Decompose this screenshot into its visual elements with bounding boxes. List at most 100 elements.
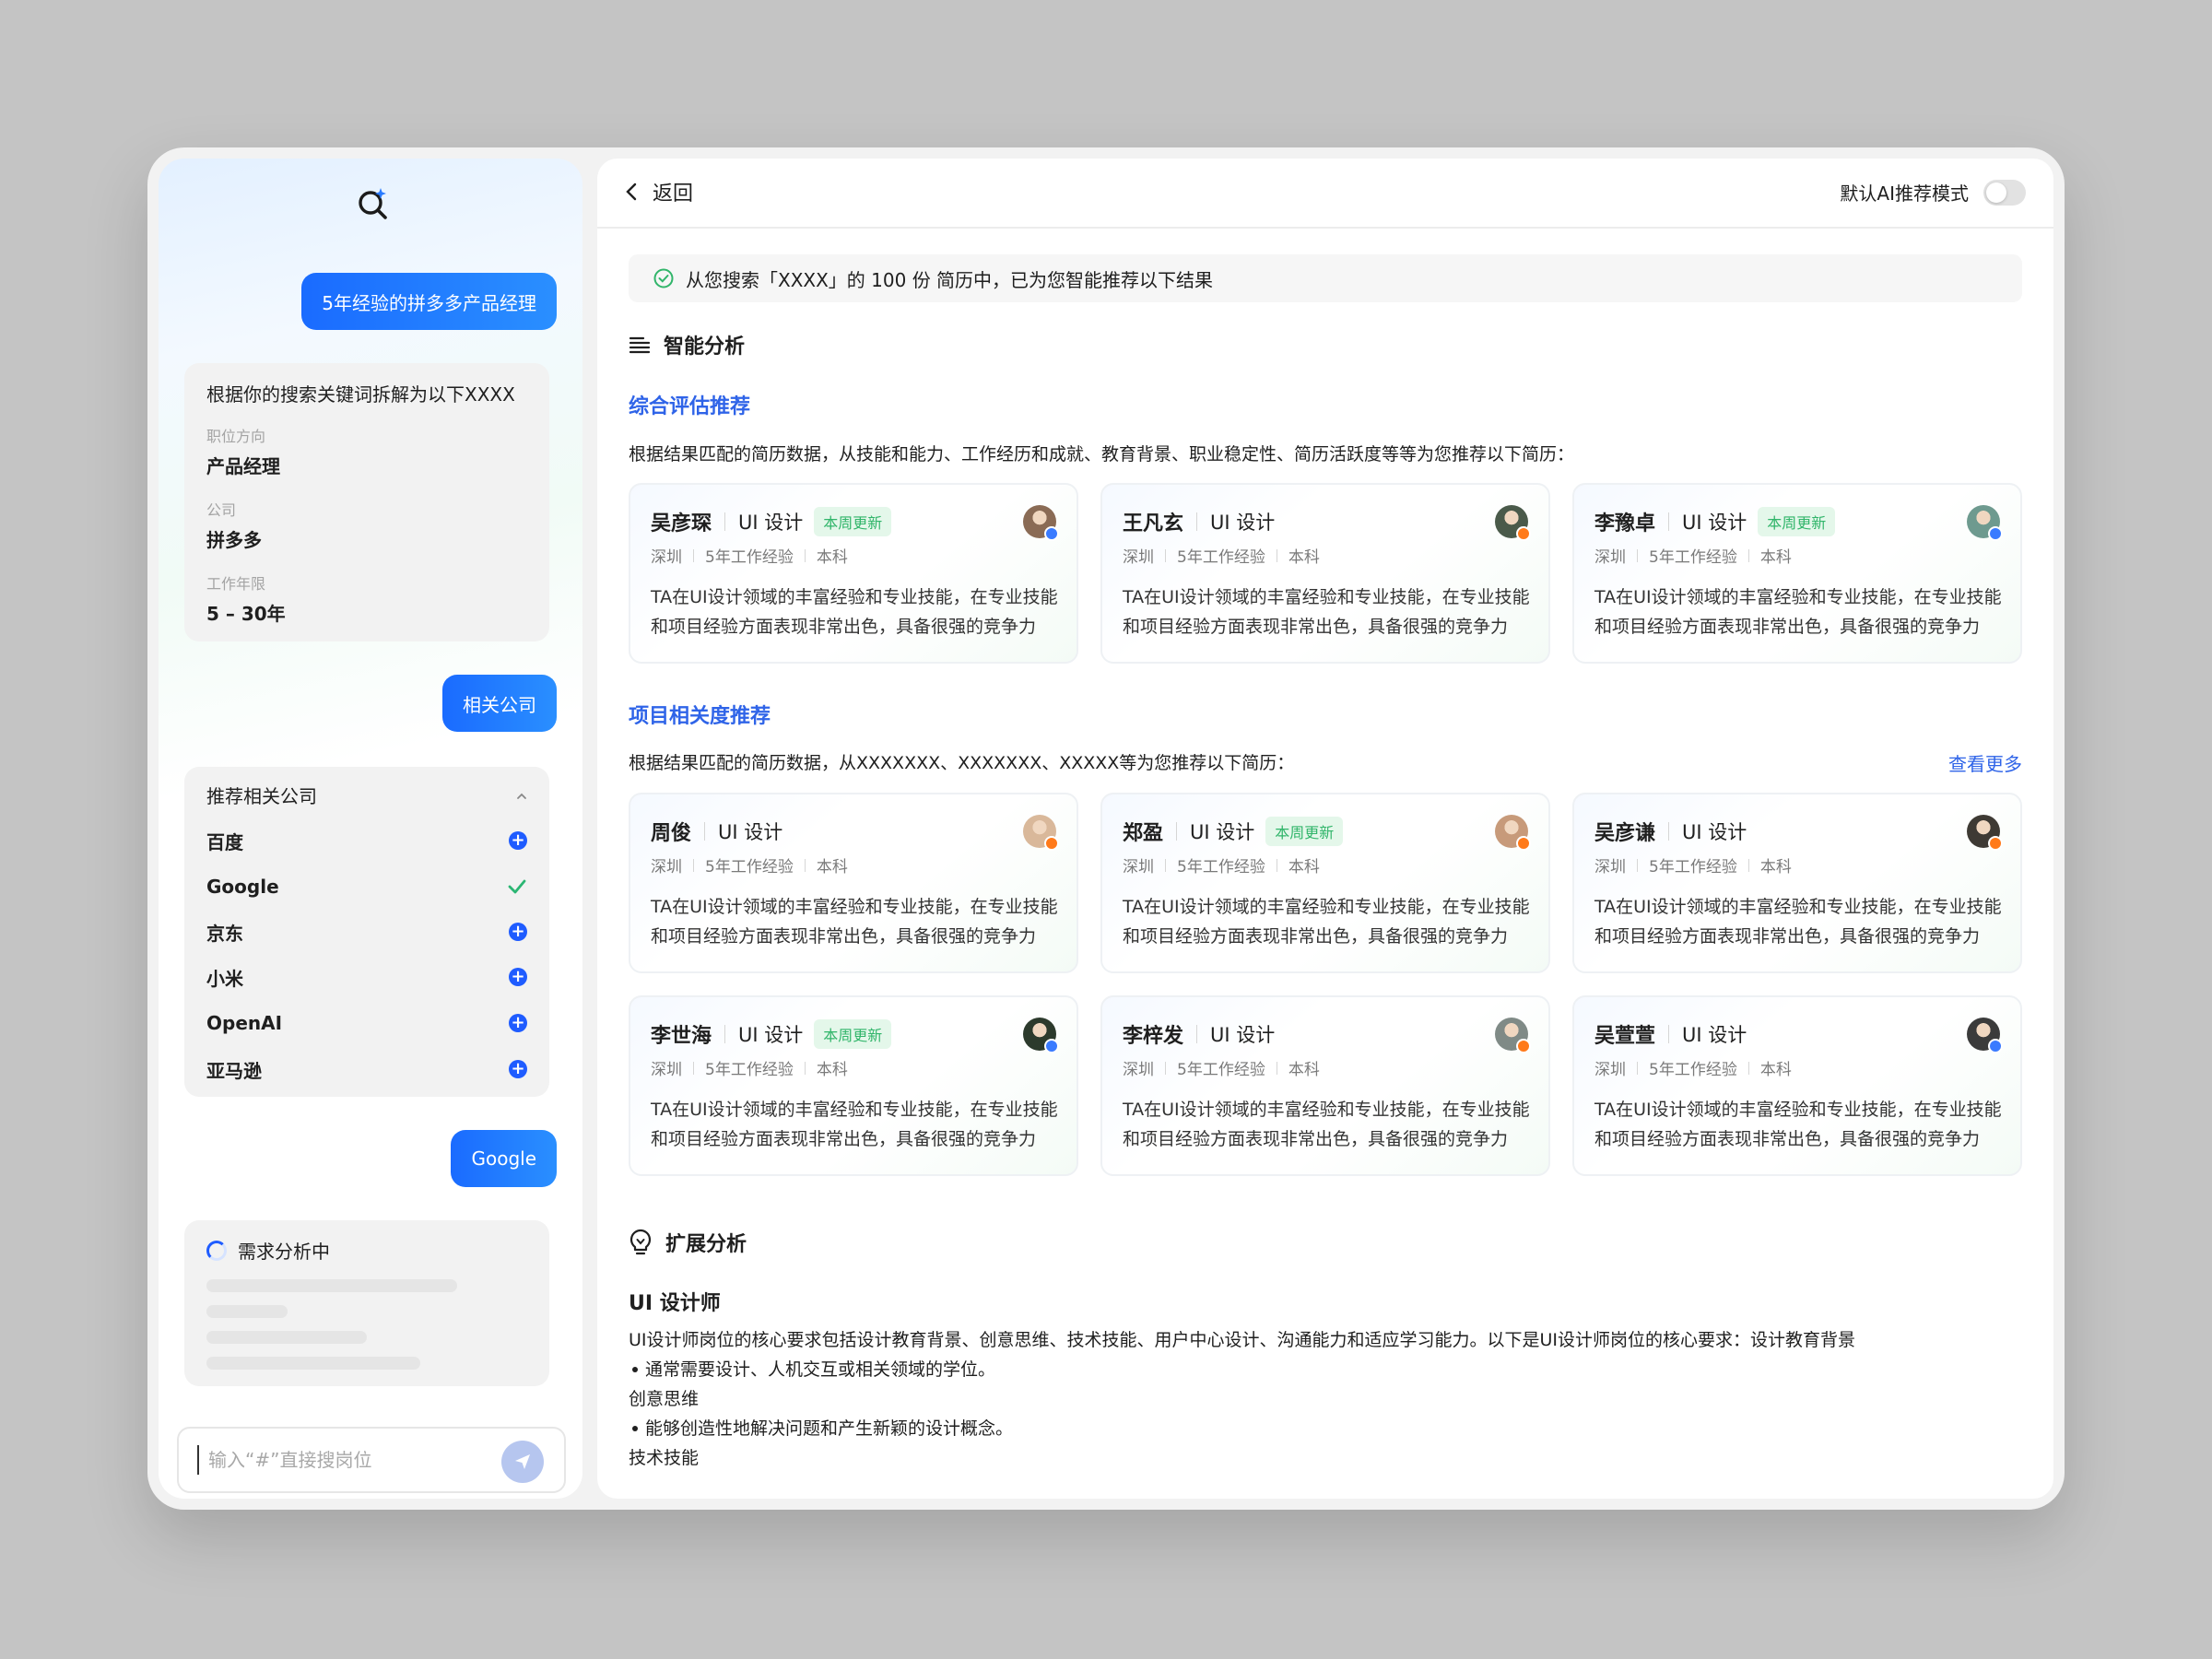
chat-input-box[interactable] [177, 1427, 566, 1493]
avatar[interactable] [1967, 1018, 2003, 1053]
analysis-line: 技术技能 [629, 1448, 700, 1468]
add-circle-icon[interactable]: + [509, 1060, 527, 1078]
view-more-link[interactable]: 查看更多 [1948, 749, 2022, 776]
candidate-education: 本科 [816, 548, 848, 567]
avatar[interactable] [1967, 505, 2003, 541]
skeleton-line [206, 1305, 288, 1318]
keyword-breakdown-title: 根据你的搜索关键词拆解为以下XXXX [206, 383, 515, 406]
divider [704, 822, 706, 841]
candidate-experience: 5年工作经验 [1649, 858, 1737, 877]
add-circle-icon[interactable]: + [509, 1014, 527, 1032]
candidate-card[interactable]: 王凡玄 UI 设计 深圳 5年工作经验 本科 TA在UI设计领域的丰富经验和专业… [1100, 483, 1550, 664]
candidate-name: 郑盈 [1123, 822, 1164, 845]
avatar[interactable] [1023, 1018, 1059, 1053]
related-companies-bubble: 相关公司 [442, 675, 557, 732]
checkmark-icon[interactable] [507, 877, 527, 897]
field-label-years: 工作年限 [206, 575, 266, 593]
avatar[interactable] [1023, 815, 1059, 851]
skeleton-line [206, 1279, 457, 1292]
divider [1668, 822, 1670, 841]
candidate-header: 李豫卓 UI 设计 本周更新 [1594, 507, 1836, 536]
keyword-breakdown-card: 根据你的搜索关键词拆解为以下XXXX 职位方向 产品经理 公司 拼多多 工作年限… [184, 363, 549, 641]
back-label: 返回 [653, 182, 694, 206]
candidate-name: 李梓发 [1123, 1025, 1184, 1048]
candidate-summary: TA在UI设计领域的丰富经验和专业技能，在专业技能和项目经验方面表现非常出色，具… [1123, 587, 1530, 637]
candidate-meta: 深圳 5年工作经验 本科 [1594, 544, 1792, 567]
divider [1165, 858, 1166, 872]
result-notice-text: 从您搜索「XXXX」的 100 份 简历中，已为您智能推荐以下结果 [686, 268, 1214, 291]
add-circle-icon[interactable]: + [509, 831, 527, 850]
candidate-card[interactable]: 李豫卓 UI 设计 本周更新 深圳 5年工作经验 本科 TA在UI设计领域的丰富经… [1572, 483, 2022, 664]
avatar[interactable] [1967, 815, 2003, 851]
avatar[interactable] [1495, 1018, 1531, 1053]
candidate-meta: 深圳 5年工作经验 本科 [651, 853, 848, 877]
updated-this-week-badge: 本周更新 [814, 1019, 892, 1049]
divider [1637, 858, 1638, 872]
send-button[interactable] [501, 1441, 544, 1483]
status-dot-icon [1044, 836, 1059, 851]
candidate-meta: 深圳 5年工作经验 本科 [1594, 853, 1792, 877]
candidate-name: 王凡玄 [1123, 512, 1184, 535]
google-bubble: Google [451, 1130, 557, 1187]
add-circle-icon[interactable]: + [509, 923, 527, 941]
company-item-jd[interactable]: 京东 + [206, 915, 527, 948]
candidate-education: 本科 [1288, 548, 1320, 567]
chat-input[interactable] [197, 1445, 492, 1475]
candidate-role: UI 设计 [1682, 1024, 1747, 1046]
candidate-city: 深圳 [651, 548, 682, 567]
lightbulb-icon [629, 1229, 652, 1255]
avatar[interactable] [1023, 505, 1059, 541]
company-item-openai[interactable]: OpenAI + [206, 1006, 527, 1040]
candidate-card[interactable]: 吴彦琛 UI 设计 本周更新 深圳 5年工作经验 本科 TA在UI设计领域的丰富经… [629, 483, 1078, 664]
user-query-bubble: 5年经验的拼多多产品经理 [301, 273, 557, 330]
status-dot-icon [1988, 1039, 2003, 1053]
candidate-role: UI 设计 [1682, 512, 1747, 534]
analysis-bullet: 通常需要设计、人机交互或相关领域的学位。 [629, 1355, 1855, 1384]
results-panel: 返回 默认AI推荐模式 从您搜索「XXXX」的 100 份 简历中，已为您智能推… [597, 159, 2053, 1499]
back-button[interactable]: 返回 [625, 177, 693, 206]
candidate-education: 本科 [1759, 548, 1792, 567]
candidate-experience: 5年工作经验 [1177, 548, 1265, 567]
divider [693, 548, 694, 562]
avatar[interactable] [1495, 505, 1531, 541]
company-item-xiaomi[interactable]: 小米 + [206, 960, 527, 994]
candidate-city: 深圳 [1123, 548, 1154, 567]
candidate-role: UI 设计 [1190, 821, 1255, 843]
candidate-experience: 5年工作经验 [1177, 858, 1265, 877]
candidate-card[interactable]: 吴彦谦 UI 设计 深圳 5年工作经验 本科 TA在UI设计领域的丰富经验和专业… [1572, 793, 2022, 973]
candidate-summary: TA在UI设计领域的丰富经验和专业技能，在专业技能和项目经验方面表现非常出色，具… [1594, 587, 2002, 637]
candidate-city: 深圳 [651, 858, 682, 877]
company-item-amazon[interactable]: 亚马逊 + [206, 1053, 527, 1086]
candidate-header: 郑盈 UI 设计 本周更新 [1123, 817, 1344, 846]
candidate-name: 吴彦谦 [1594, 822, 1656, 845]
divider [1637, 548, 1638, 562]
company-name: 亚马逊 [206, 1059, 262, 1082]
divider [1747, 1061, 1749, 1075]
company-item-google[interactable]: Google [206, 870, 527, 903]
candidate-education: 本科 [816, 1061, 848, 1079]
divider [804, 548, 806, 562]
candidate-meta: 深圳 5年工作经验 本科 [1594, 1056, 1792, 1079]
candidate-card[interactable]: 周俊 UI 设计 深圳 5年工作经验 本科 TA在UI设计领域的丰富经验和专业技… [629, 793, 1078, 973]
chevron-up-icon[interactable] [516, 791, 527, 802]
avatar[interactable] [1495, 815, 1531, 851]
overall-candidates-grid: 吴彦琛 UI 设计 本周更新 深圳 5年工作经验 本科 TA在UI设计领域的丰富经… [629, 483, 2022, 664]
check-circle-icon [653, 268, 674, 288]
chevron-left-icon [626, 182, 637, 201]
candidate-card[interactable]: 李世海 UI 设计 本周更新 深圳 5年工作经验 本科 TA在UI设计领域的丰富经… [629, 995, 1078, 1176]
candidate-meta: 深圳 5年工作经验 本科 [1123, 853, 1320, 877]
candidate-card[interactable]: 郑盈 UI 设计 本周更新 深圳 5年工作经验 本科 TA在UI设计领域的丰富经验… [1100, 793, 1550, 973]
candidate-header: 吴彦谦 UI 设计 [1594, 817, 1747, 846]
candidate-card[interactable]: 吴萱萱 UI 设计 深圳 5年工作经验 本科 TA在UI设计领域的丰富经验和专业… [1572, 995, 2022, 1176]
company-item-baidu[interactable]: 百度 + [206, 824, 527, 857]
ai-mode-toggle[interactable] [1983, 179, 2026, 206]
add-circle-icon[interactable]: + [509, 968, 527, 986]
candidate-summary: TA在UI设计领域的丰富经验和专业技能，在专业技能和项目经验方面表现非常出色，具… [651, 587, 1058, 637]
candidate-card[interactable]: 李梓发 UI 设计 深圳 5年工作经验 本科 TA在UI设计领域的丰富经验和专业… [1100, 995, 1550, 1176]
analyzing-label: 需求分析中 [238, 1241, 330, 1263]
status-dot-icon [1044, 1039, 1059, 1053]
candidate-header: 李世海 UI 设计 本周更新 [651, 1019, 892, 1049]
candidate-summary: TA在UI设计领域的丰富经验和专业技能，在专业技能和项目经验方面表现非常出色，具… [651, 897, 1058, 947]
company-name: 百度 [206, 830, 243, 853]
divider [1165, 548, 1166, 562]
